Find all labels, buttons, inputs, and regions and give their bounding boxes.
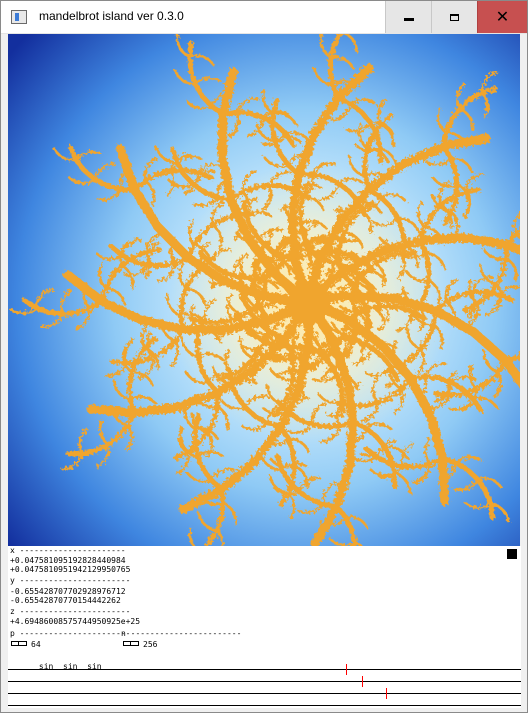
slider-marker-2[interactable] (362, 676, 363, 687)
window-title: mandelbrot island ver 0.3.0 (39, 9, 184, 23)
p-stepper[interactable] (11, 641, 27, 646)
minimize-icon (403, 18, 414, 21)
y-min-value[interactable]: -0.655428707702928976712 (10, 587, 126, 596)
n-stepper[interactable] (123, 641, 139, 646)
maximize-icon (450, 13, 459, 21)
app-icon (11, 10, 27, 24)
close-icon: ✕ (495, 7, 510, 26)
x-label: x ---------------------- (10, 546, 126, 555)
function-list: sin sin sin (10, 653, 102, 680)
y-label: y ----------------------- (10, 576, 131, 585)
close-button[interactable]: ✕ (477, 1, 527, 33)
slider-marker-3[interactable] (386, 688, 387, 699)
x-min-value[interactable]: +0.047581095192828440984 (10, 556, 126, 565)
x-max-value[interactable]: +0.0475810951942129950765 (10, 565, 130, 574)
fractal-image (8, 34, 520, 546)
y-max-value[interactable]: -0.65542870770154442262 (10, 596, 121, 605)
p-value: 64 (31, 640, 41, 649)
slider-track-4[interactable] (8, 705, 521, 706)
color-swatch[interactable] (507, 549, 517, 559)
n-value: 256 (143, 640, 158, 649)
maximize-button[interactable] (431, 1, 477, 33)
title-bar[interactable]: mandelbrot island ver 0.3.0 ✕ (1, 1, 527, 34)
app-window: mandelbrot island ver 0.3.0 ✕ x --------… (0, 0, 528, 713)
parameter-panel: x ---------------------- +0.047581095192… (8, 546, 521, 708)
minimize-button[interactable] (385, 1, 431, 33)
slider-track-3[interactable] (8, 693, 521, 694)
z-value[interactable]: +4.69486008575744950925e+25 (10, 617, 140, 626)
slider-track-2[interactable] (8, 681, 521, 682)
n-label: n ----------------------- (121, 629, 242, 638)
fractal-canvas[interactable] (8, 34, 520, 546)
slider-track-1[interactable] (8, 669, 521, 670)
z-label: z ----------------------- (10, 607, 131, 616)
p-label: p ----------------------- (10, 629, 131, 638)
slider-marker-1[interactable] (346, 664, 347, 675)
